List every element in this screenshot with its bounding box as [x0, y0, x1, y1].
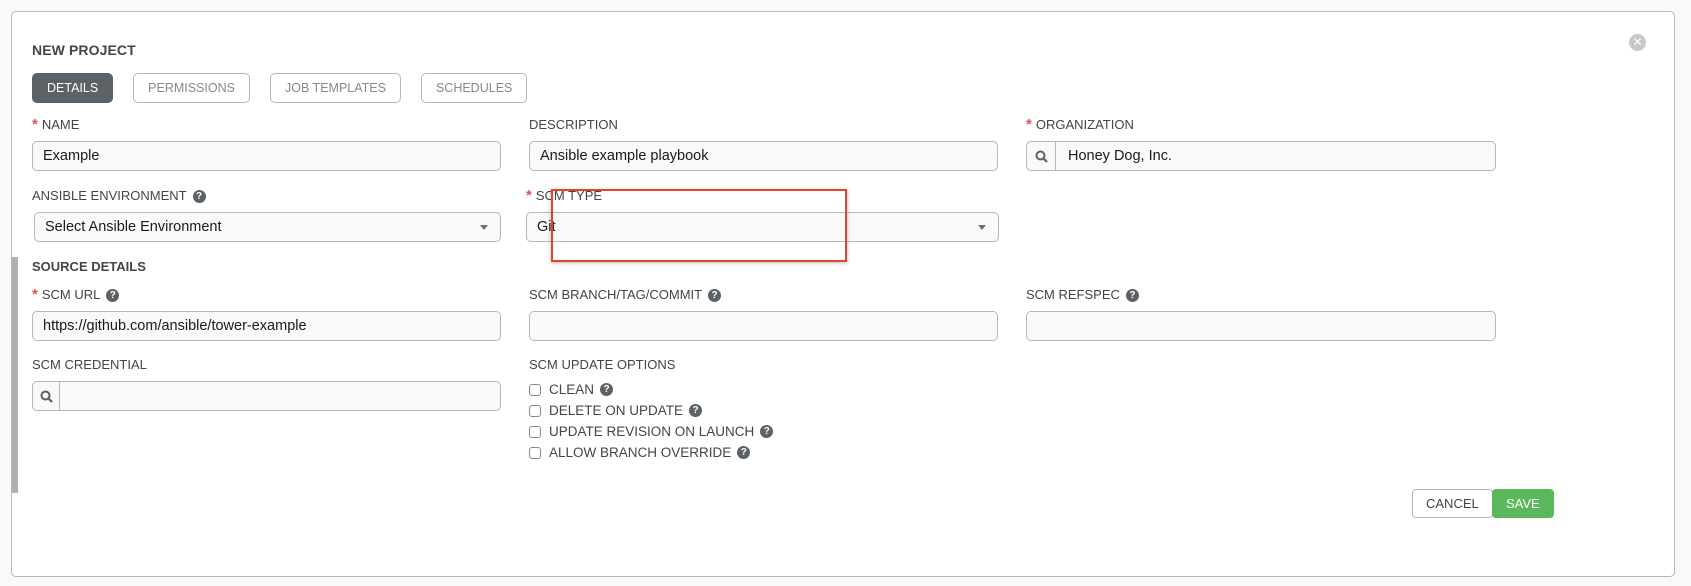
help-icon[interactable]: ?	[192, 189, 206, 203]
tab-permissions[interactable]: PERMISSIONS	[133, 73, 250, 103]
required-marker: *	[1026, 116, 1032, 133]
dialog-title: NEW PROJECT	[32, 42, 136, 58]
description-field: DESCRIPTION Ansible example playbook	[529, 116, 998, 171]
scm-type-label: SCM TYPE	[535, 188, 603, 203]
help-icon[interactable]: ?	[600, 383, 614, 396]
scm-refspec-label: SCM REFSPEC	[1026, 287, 1120, 302]
name-field: * NAME Example	[32, 116, 501, 171]
scm-refspec-input[interactable]	[1026, 311, 1496, 341]
allow-branch-override-label: ALLOW BRANCH OVERRIDE	[549, 445, 732, 460]
new-project-dialog: NEW PROJECT ✕ DETAILS PERMISSIONS JOB TE…	[11, 11, 1675, 577]
help-icon[interactable]: ?	[760, 425, 774, 438]
scm-refspec-field: SCM REFSPEC ?	[1026, 286, 1496, 341]
required-marker: *	[32, 116, 38, 133]
tab-schedules[interactable]: SCHEDULES	[420, 73, 528, 103]
required-marker: *	[526, 187, 532, 204]
scm-branch-label: SCM BRANCH/TAG/COMMIT	[529, 287, 703, 302]
save-button[interactable]: SAVE	[1492, 489, 1554, 518]
search-icon[interactable]	[1027, 142, 1056, 170]
scm-type-select[interactable]: Git	[526, 212, 999, 242]
scm-url-label: SCM URL	[41, 287, 101, 302]
section-indicator-bar	[12, 257, 18, 493]
ansible-environment-field: ANSIBLE ENVIRONMENT ? Select Ansible Env…	[32, 187, 501, 242]
required-marker: *	[32, 286, 38, 303]
help-icon[interactable]: ?	[737, 446, 751, 459]
name-input[interactable]: Example	[32, 141, 501, 171]
allow-branch-override-checkbox[interactable]	[529, 446, 541, 459]
scm-branch-field: SCM BRANCH/TAG/COMMIT ?	[529, 286, 998, 341]
update-revision-on-launch-checkbox[interactable]	[529, 425, 541, 438]
scm-credential-label: SCM CREDENTIAL	[32, 357, 147, 372]
option-allow-branch-override: ALLOW BRANCH OVERRIDE ?	[529, 442, 998, 463]
organization-label: ORGANIZATION	[1035, 117, 1134, 132]
update-revision-on-launch-label: UPDATE REVISION ON LAUNCH	[549, 424, 755, 439]
option-update-revision-on-launch: UPDATE REVISION ON LAUNCH ?	[529, 421, 998, 442]
tab-job-templates[interactable]: JOB TEMPLATES	[270, 73, 401, 103]
help-icon[interactable]: ?	[106, 288, 120, 302]
description-label: DESCRIPTION	[529, 117, 618, 132]
clean-label: CLEAN	[549, 382, 595, 397]
help-icon[interactable]: ?	[708, 288, 722, 302]
organization-value: Honey Dog, Inc.	[1068, 148, 1172, 164]
delete-on-update-checkbox[interactable]	[529, 404, 541, 417]
option-clean: CLEAN ?	[529, 379, 998, 400]
scm-credential-field: SCM CREDENTIAL	[32, 356, 501, 411]
scm-url-input[interactable]: https://github.com/ansible/tower-example	[32, 311, 501, 341]
organization-field: * ORGANIZATION Honey Dog, Inc.	[1026, 116, 1496, 171]
scm-type-field: * SCM TYPE Git	[526, 187, 999, 242]
delete-on-update-label: DELETE ON UPDATE	[549, 403, 684, 418]
name-label: NAME	[41, 117, 80, 132]
ansible-environment-value: Select Ansible Environment	[45, 219, 222, 235]
scm-update-options-label: SCM UPDATE OPTIONS	[529, 357, 676, 372]
ansible-environment-label: ANSIBLE ENVIRONMENT	[32, 188, 187, 203]
ansible-environment-select[interactable]: Select Ansible Environment	[34, 212, 501, 242]
help-icon[interactable]: ?	[689, 404, 703, 417]
scm-update-options: SCM UPDATE OPTIONS CLEAN ? DELETE ON UPD…	[529, 356, 998, 463]
option-delete-on-update: DELETE ON UPDATE ?	[529, 400, 998, 421]
tab-details[interactable]: DETAILS	[32, 73, 114, 103]
chevron-down-icon	[978, 224, 986, 230]
chevron-down-icon	[480, 224, 488, 230]
clean-checkbox[interactable]	[529, 383, 541, 396]
close-icon[interactable]: ✕	[1629, 34, 1646, 51]
cancel-button[interactable]: CANCEL	[1412, 489, 1493, 518]
scm-url-field: * SCM URL ? https://github.com/ansible/t…	[32, 286, 501, 341]
search-icon[interactable]	[33, 382, 60, 410]
tab-bar: DETAILS PERMISSIONS JOB TEMPLATES SCHEDU…	[32, 73, 528, 103]
scm-type-value: Git	[537, 219, 556, 235]
scm-credential-lookup[interactable]	[32, 381, 501, 411]
scm-branch-input[interactable]	[529, 311, 998, 341]
source-details-title: SOURCE DETAILS	[32, 259, 146, 274]
help-icon[interactable]: ?	[1125, 288, 1139, 302]
description-input[interactable]: Ansible example playbook	[529, 141, 998, 171]
organization-lookup[interactable]: Honey Dog, Inc.	[1026, 141, 1496, 171]
